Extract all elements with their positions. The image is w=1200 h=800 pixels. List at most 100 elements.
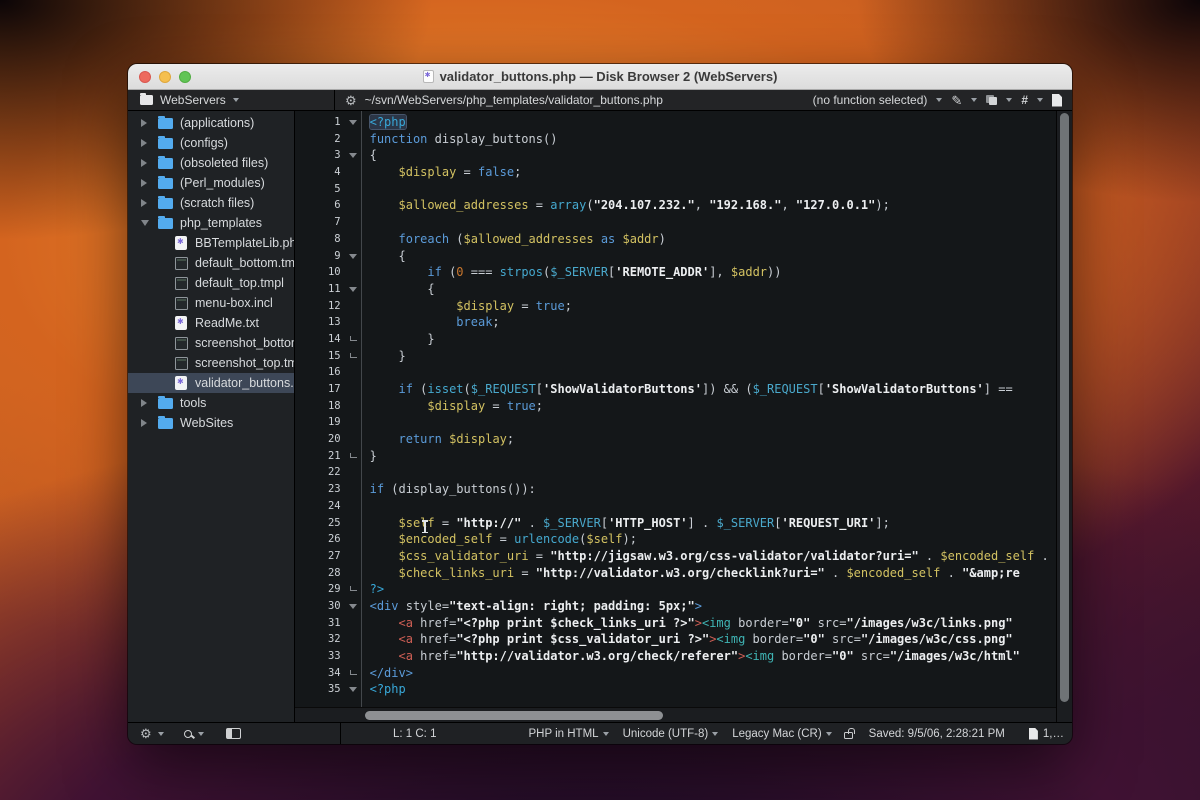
function-selector[interactable]: (no function selected) [813, 93, 928, 107]
code-line[interactable]: <?php [370, 682, 1056, 699]
code-line[interactable]: $display = true; [370, 299, 1056, 316]
code-line[interactable]: <div style="text-align: right; padding: … [370, 599, 1056, 616]
tree-item-validator-buttons-php[interactable]: validator_buttons.php [128, 373, 294, 393]
code-line[interactable] [370, 215, 1056, 232]
gutter-line[interactable]: 16 [295, 365, 361, 382]
gutter-line[interactable]: 2 [295, 132, 361, 149]
gear-icon[interactable]: ⚙ [345, 94, 357, 107]
gutter-line[interactable]: 8 [295, 232, 361, 249]
gutter-line[interactable]: 22 [295, 465, 361, 482]
code-line[interactable]: <a href="<?php print $css_validator_uri … [370, 632, 1056, 649]
fold-open-icon[interactable] [349, 287, 357, 292]
code-line[interactable]: { [370, 282, 1056, 299]
gutter-line[interactable]: 13 [295, 315, 361, 332]
code-line[interactable]: $css_validator_uri = "http://jigsaw.w3.o… [370, 549, 1056, 566]
fold-end-icon[interactable] [350, 336, 357, 341]
gutter-line[interactable]: 5 [295, 182, 361, 199]
disclosure-triangle-icon[interactable] [141, 220, 149, 226]
code-line[interactable]: if (isset($_REQUEST['ShowValidatorButton… [370, 382, 1056, 399]
gutter-line[interactable]: 21 [295, 449, 361, 466]
tree-item-readme-txt[interactable]: ReadMe.txt [128, 313, 294, 333]
tree-item-default-bottom-tmpl[interactable]: default_bottom.tmpl [128, 253, 294, 273]
code-line[interactable]: ?> [370, 582, 1056, 599]
gutter-line[interactable]: 15 [295, 349, 361, 366]
gutter-line[interactable]: 12 [295, 299, 361, 316]
tree-item--configs-[interactable]: (configs) [128, 133, 294, 153]
root-folder-menu[interactable]: WebServers [128, 90, 335, 110]
tree-item-websites[interactable]: WebSites [128, 413, 294, 433]
gutter-line[interactable]: 31 [295, 616, 361, 633]
code-line[interactable] [370, 365, 1056, 382]
disclosure-triangle-icon[interactable] [141, 159, 147, 167]
minimize-button[interactable] [159, 71, 171, 83]
fold-open-icon[interactable] [349, 153, 357, 158]
encoding-menu[interactable]: Unicode (UTF-8) [623, 728, 719, 740]
code-line[interactable]: { [370, 249, 1056, 266]
fold-end-icon[interactable] [350, 453, 357, 458]
gutter-line[interactable]: 3 [295, 148, 361, 165]
zoom-button[interactable] [179, 71, 191, 83]
chevron-down-icon[interactable] [971, 98, 977, 102]
tree-item--applications-[interactable]: (applications) [128, 113, 294, 133]
code-line[interactable] [370, 182, 1056, 199]
gutter-line[interactable]: 7 [295, 215, 361, 232]
gutter-line[interactable]: 35 [295, 682, 361, 699]
fold-open-icon[interactable] [349, 254, 357, 259]
tree-item-php-templates[interactable]: php_templates [128, 213, 294, 233]
disclosure-triangle-icon[interactable] [141, 419, 147, 427]
pencil-icon[interactable]: ✎ [951, 94, 962, 107]
lock-icon[interactable] [844, 732, 853, 739]
gutter-line[interactable]: 33 [295, 649, 361, 666]
tree-item-screenshot-top-tmpl[interactable]: screenshot_top.tmpl [128, 353, 294, 373]
gutter-line[interactable]: 34 [295, 666, 361, 683]
code-line[interactable]: if (0 === strpos($_SERVER['REMOTE_ADDR']… [370, 265, 1056, 282]
horizontal-scrollbar-thumb[interactable] [365, 711, 663, 720]
gutter-line[interactable]: 10 [295, 265, 361, 282]
tree-item--scratch-files-[interactable]: (scratch files) [128, 193, 294, 213]
disclosure-triangle-icon[interactable] [141, 199, 147, 207]
code-line[interactable]: <a href="http://validator.w3.org/check/r… [370, 649, 1056, 666]
code-line[interactable]: $self = "http://" . $_SERVER['HTTP_HOST'… [370, 516, 1056, 533]
fold-end-icon[interactable] [350, 586, 357, 591]
code-line[interactable]: if (display_buttons()): [370, 482, 1056, 499]
search-icon[interactable] [184, 730, 192, 738]
fold-open-icon[interactable] [349, 604, 357, 609]
code-line[interactable]: </div> [370, 666, 1056, 683]
fold-open-icon[interactable] [349, 120, 357, 125]
gutter-line[interactable]: 11 [295, 282, 361, 299]
gutter-line[interactable]: 18 [295, 399, 361, 416]
gutter-line[interactable]: 28 [295, 566, 361, 583]
hash-icon[interactable]: # [1021, 93, 1028, 107]
tree-item--perl-modules-[interactable]: (Perl_modules) [128, 173, 294, 193]
code-line[interactable]: { [370, 148, 1056, 165]
code-line[interactable]: } [370, 332, 1056, 349]
chevron-down-icon[interactable] [158, 732, 164, 736]
documents-icon[interactable] [986, 95, 997, 105]
code-line[interactable] [370, 499, 1056, 516]
code-line[interactable]: $check_links_uri = "http://validator.w3.… [370, 566, 1056, 583]
code-line[interactable] [370, 465, 1056, 482]
fold-end-icon[interactable] [350, 670, 357, 675]
gutter-line[interactable]: 29 [295, 582, 361, 599]
vertical-scrollbar[interactable] [1056, 111, 1072, 722]
gutter-line[interactable]: 20 [295, 432, 361, 449]
gutter-line[interactable]: 25 [295, 516, 361, 533]
code-line[interactable]: foreach ($allowed_addresses as $addr) [370, 232, 1056, 249]
title-bar[interactable]: validator_buttons.php — Disk Browser 2 (… [128, 64, 1072, 90]
code-text-area[interactable]: <?phpfunction display_buttons(){ $displa… [362, 111, 1056, 722]
tree-item-default-top-tmpl[interactable]: default_top.tmpl [128, 273, 294, 293]
disclosure-triangle-icon[interactable] [141, 119, 147, 127]
chevron-down-icon[interactable] [1037, 98, 1043, 102]
code-line[interactable]: <?php [370, 115, 1056, 132]
horizontal-scrollbar[interactable] [295, 707, 1056, 722]
gutter-line[interactable]: 24 [295, 499, 361, 516]
gutter-line[interactable]: 27 [295, 549, 361, 566]
disclosure-triangle-icon[interactable] [141, 179, 147, 187]
code-line[interactable] [370, 415, 1056, 432]
gear-icon[interactable]: ⚙ [140, 727, 152, 740]
gutter-line[interactable]: 19 [295, 415, 361, 432]
code-line[interactable]: break; [370, 315, 1056, 332]
close-button[interactable] [139, 71, 151, 83]
document-icon[interactable] [1052, 94, 1062, 107]
code-line[interactable]: function display_buttons() [370, 132, 1056, 149]
